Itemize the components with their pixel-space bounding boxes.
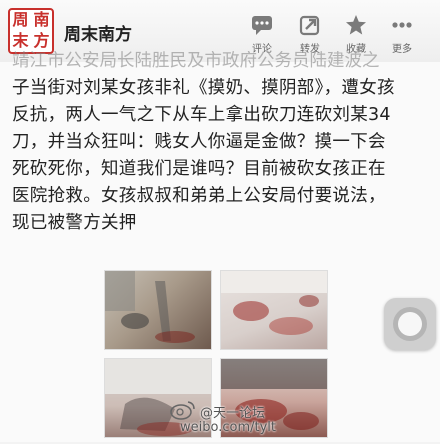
favorite-star-icon xyxy=(346,15,366,35)
watermark-url: weibo.com/tylt xyxy=(180,420,276,435)
watermark: @天一论坛 weibo.com/tylt xyxy=(170,400,440,442)
post-text-line: 死砍死你，知道我们是谁吗？目前被砍女孩正在 xyxy=(12,159,386,179)
post-text-line: 医院抢救。女孩叔叔和弟弟上公安局付要说法， xyxy=(12,186,386,206)
floor-scene-image xyxy=(221,271,327,335)
logo-char: 南 xyxy=(33,10,50,29)
logo-char: 周 xyxy=(12,10,29,29)
post-text: 子当街对刘某女孩非礼《摸奶、摸阴部》，遭女孩 反抗，两人一气之下从车上拿出砍刀连… xyxy=(12,75,432,237)
assistive-touch-core xyxy=(398,312,422,336)
post-content: 靖江市公安局长陆胜民及市政府公务员陆建波之 子当街对刘某女孩非礼《摸奶、摸阴部》… xyxy=(0,51,440,442)
more-dots-icon xyxy=(392,22,412,28)
post-cut-line: 靖江市公安局长陆胜民及市政府公务员陆建波之 xyxy=(12,51,380,71)
post-photo[interactable] xyxy=(220,270,328,350)
comment-icon xyxy=(252,16,272,35)
account-name[interactable]: 周末南方 xyxy=(64,20,132,45)
post-photo[interactable] xyxy=(104,270,212,350)
watermark-name: @天一论坛 xyxy=(200,406,266,421)
street-scene-image xyxy=(105,271,195,343)
weibo-logo-icon xyxy=(170,401,195,420)
post-text-line: 反抗，两人一气之下从车上拿出砍刀连砍刘某34 xyxy=(12,105,391,125)
repost-icon xyxy=(299,15,320,36)
post-text-line: 刀，并当众狂叫：贱女人你逼是金做？摸一下会 xyxy=(12,132,386,152)
post-text-line: 现已被警方关押 xyxy=(12,213,137,233)
assistive-touch-button[interactable] xyxy=(384,298,436,350)
post-text-line: 子当街对刘某女孩非礼《摸奶、摸阴部》，遭女孩 xyxy=(12,78,395,98)
